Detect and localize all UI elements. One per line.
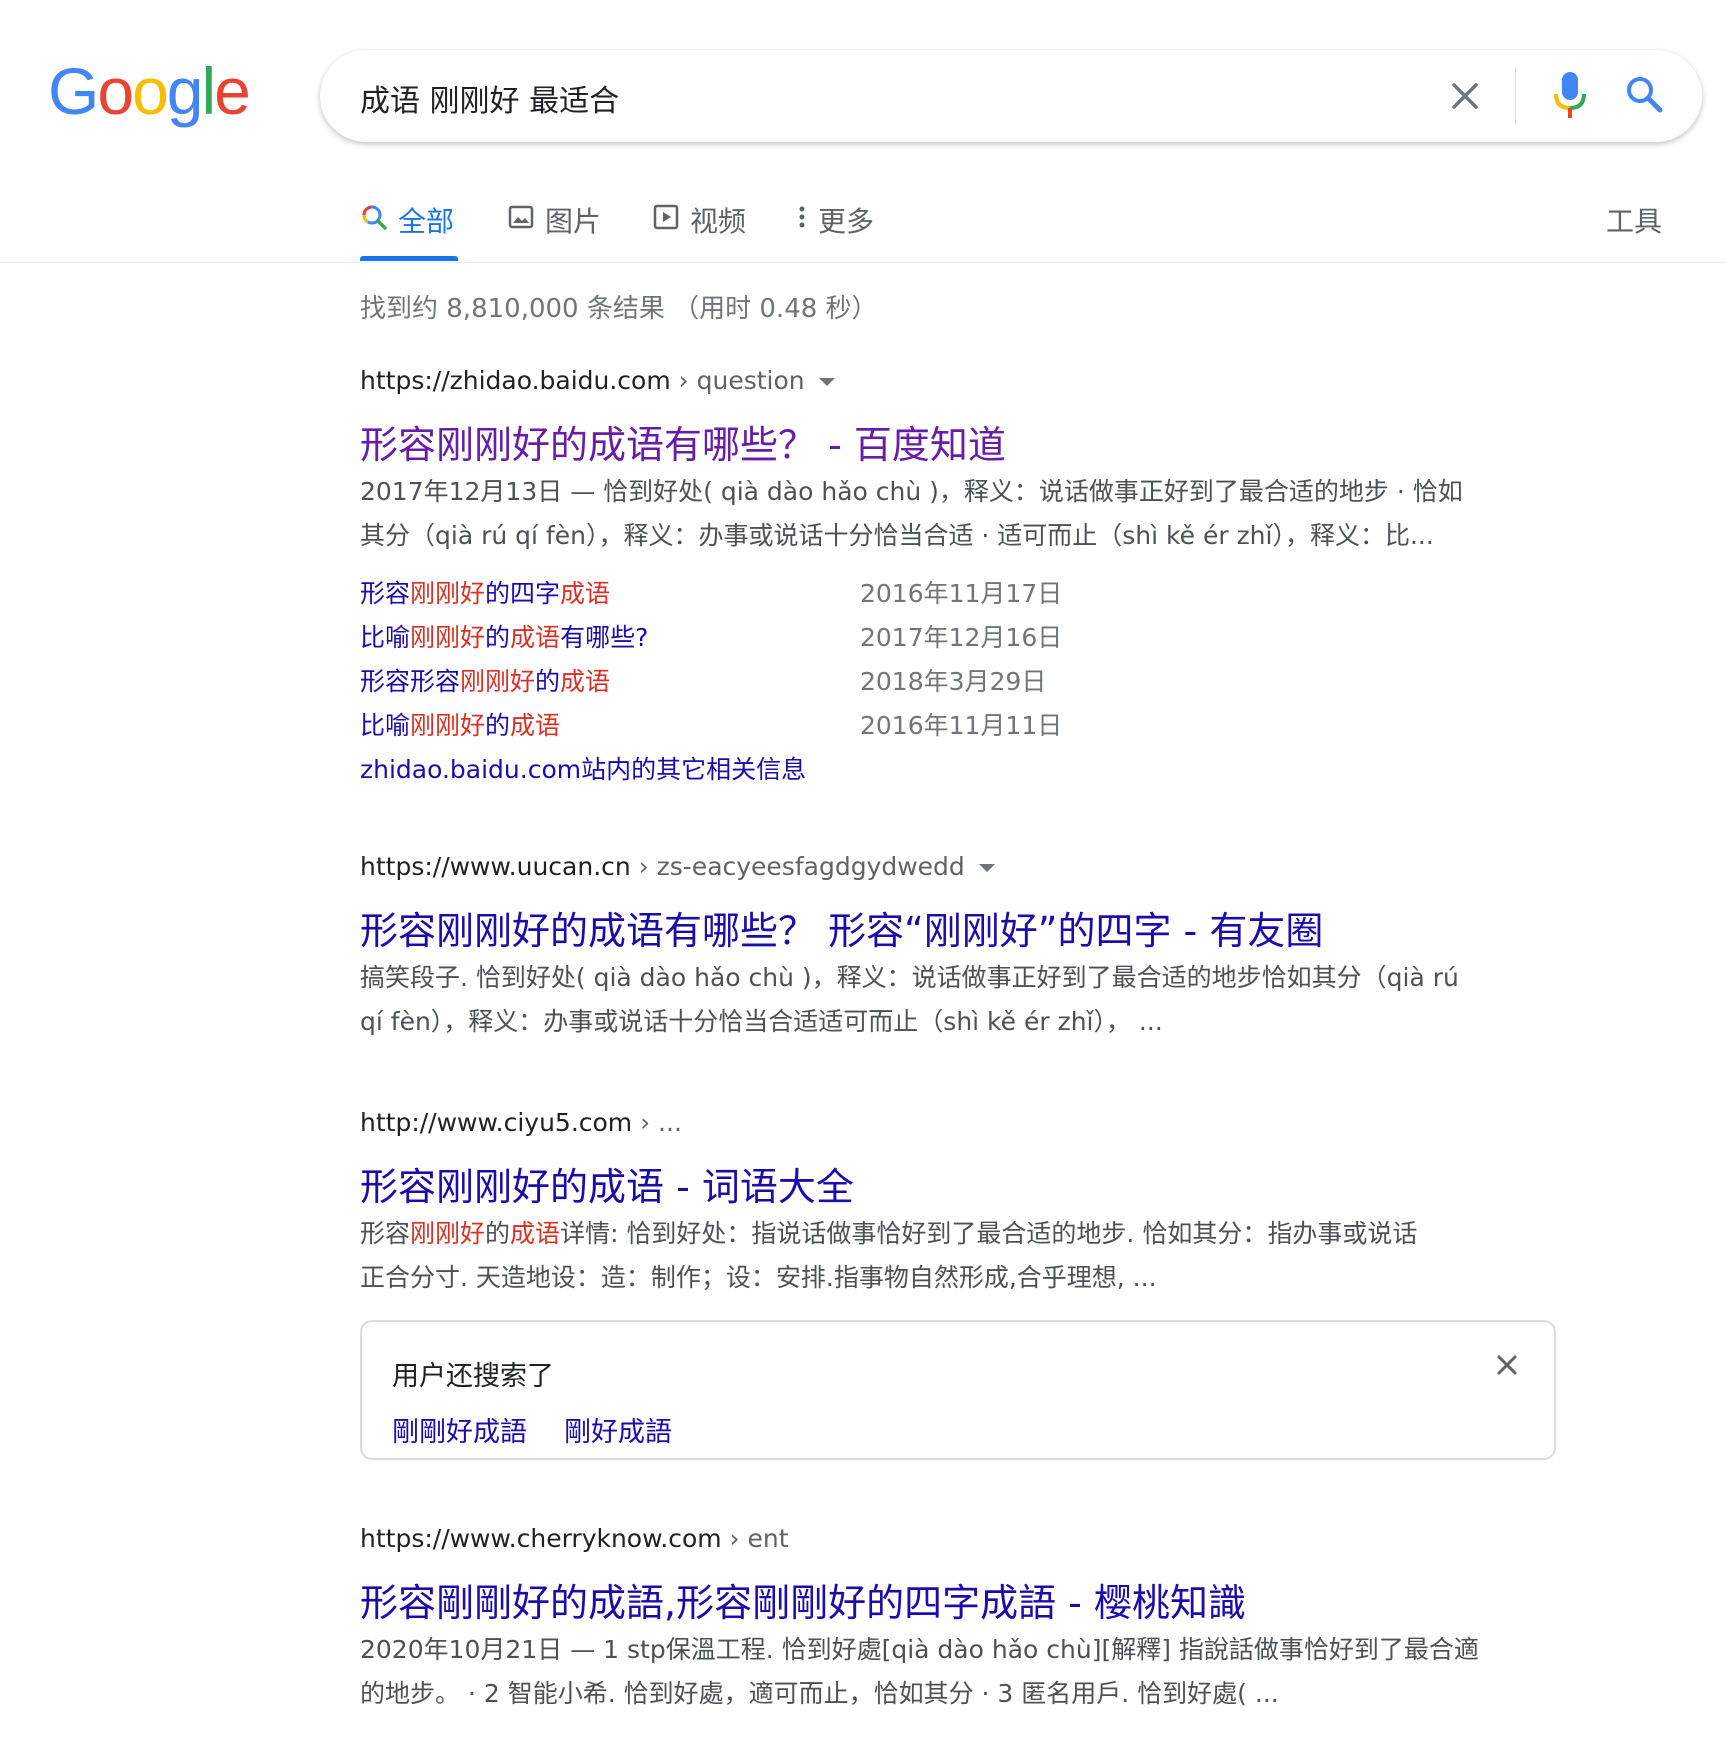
logo-letter: l — [201, 54, 217, 128]
sitelink[interactable]: 比喻刚刚好的成语有哪些? — [360, 618, 648, 654]
active-tab-indicator — [360, 256, 458, 261]
sitelink-highlight: 刚刚好 — [410, 711, 486, 740]
sitelink-text: 形容形容 — [360, 667, 461, 696]
result-path: › zs-eacyeesfagdgydwedd — [630, 852, 965, 881]
related-searches-box: 用户还搜索了 剛剛好成語 剛好成語 — [360, 1320, 1556, 1460]
snippet-text: 详情: 恰到好处：指说话做事恰好到了最合适的地步. 恰如其分：指办事或说话 — [560, 1219, 1418, 1248]
result-stats: 找到约 8,810,000 条结果 （用时 0.48 秒） — [360, 294, 878, 324]
related-search-link[interactable]: 剛剛好成語 — [392, 1410, 527, 1449]
more-vert-icon — [796, 203, 808, 238]
snippet-line: 2020年10月21日 — 1 stp保溫工程. 恰到好處[qià dào hǎ… — [360, 1635, 1479, 1664]
sitelink-text: 的四字 — [485, 579, 561, 608]
snippet-text: 的 — [485, 1219, 511, 1248]
result-snippet: 形容刚刚好的成语详情: 恰到好处：指说话做事恰好到了最合适的地步. 恰如其分：指… — [360, 1212, 1560, 1300]
sitelink[interactable]: 比喻刚刚好的成语 — [360, 706, 560, 742]
result-domain: http://www.ciyu5.com — [360, 1108, 633, 1137]
chevron-down-icon[interactable] — [978, 864, 995, 872]
snippet-line: qí fèn），释义：办事或说话十分恰当合适适可而止（shì kě ér zhǐ… — [360, 1007, 1163, 1036]
search-icon[interactable] — [1622, 72, 1666, 116]
sitelink-highlight: 成语 — [510, 711, 561, 740]
sitelink-date: 2016年11月17日 — [860, 579, 1063, 608]
sitelink-highlight: 成语 — [560, 579, 611, 608]
sitelink[interactable]: 形容形容刚刚好的成语 — [360, 662, 610, 698]
result-title[interactable]: 形容刚刚好的成语 - 词语大全 — [360, 1156, 854, 1211]
search-input[interactable]: 成语 刚刚好 最适合 — [360, 76, 619, 120]
image-icon — [507, 203, 535, 238]
sitelink-date: 2018年3月29日 — [860, 667, 1047, 696]
snippet-line: 的地步。 · 2 智能小希. 恰到好處，適可而止，恰如其分 · 3 匿名用戶. … — [360, 1679, 1279, 1708]
result-url[interactable]: http://www.ciyu5.com › ... — [360, 1108, 682, 1137]
snippet-text: 形容 — [360, 1219, 411, 1248]
search-box[interactable]: 成语 刚刚好 最适合 — [320, 50, 1702, 142]
tab-all[interactable]: 全部 — [360, 200, 454, 240]
logo-letter: g — [166, 54, 204, 128]
result-url[interactable]: https://www.uucan.cn › zs-eacyeesfagdgyd… — [360, 852, 995, 881]
sitelink-highlight: 刚刚好 — [410, 623, 486, 652]
sitelink-highlight: 成语 — [510, 623, 561, 652]
clear-icon[interactable] — [1445, 76, 1485, 116]
snippet-highlight: 成语 — [510, 1219, 561, 1248]
result-domain: https://www.cherryknow.com — [360, 1524, 722, 1553]
result-path: › ... — [632, 1108, 682, 1137]
tab-label: 全部 — [398, 205, 455, 238]
tab-more[interactable]: 更多 — [796, 200, 874, 240]
snippet-line: 搞笑段子. 恰到好处( qià dào hǎo chù )，释义：说话做事正好到… — [360, 963, 1459, 992]
tab-label: 更多 — [818, 205, 875, 238]
tab-label: 图片 — [545, 205, 602, 238]
result-title[interactable]: 形容刚刚好的成语有哪些？ 形容“刚刚好”的四字 - 有友圈 — [360, 900, 1323, 955]
sitelink-highlight: 成语 — [560, 667, 611, 696]
result-url[interactable]: https://zhidao.baidu.com › question — [360, 366, 835, 395]
video-icon — [652, 203, 680, 238]
tab-images[interactable]: 图片 — [507, 200, 601, 240]
tools-button[interactable]: 工具 — [1606, 200, 1662, 240]
snippet-line: 正合分寸. 天造地设：造：制作；设：安排.指事物自然形成,合乎理想, ... — [360, 1263, 1157, 1292]
sitelink-date: 2016年11月11日 — [860, 711, 1063, 740]
sitelink-text: 的 — [485, 623, 511, 652]
more-results-link[interactable]: zhidao.baidu.com站内的其它相关信息 — [360, 750, 806, 786]
logo-letter: G — [48, 54, 99, 128]
snippet-highlight: 刚刚好 — [410, 1219, 486, 1248]
snippet-line: 2017年12月13日 — 恰到好处( qià dào hǎo chù )，释义… — [360, 477, 1463, 506]
logo-letter: e — [214, 54, 251, 128]
sitelink[interactable]: 形容刚刚好的四字成语 — [360, 574, 610, 610]
sitelink-highlight: 刚刚好 — [410, 579, 486, 608]
sitelink-text: 形容 — [360, 579, 411, 608]
snippet-line: 形容刚刚好的成语详情: 恰到好处：指说话做事恰好到了最合适的地步. 恰如其分：指… — [360, 1212, 1560, 1256]
sitelink-text: 比喻 — [360, 711, 411, 740]
result-domain: https://www.uucan.cn — [360, 852, 631, 881]
sitelink-text: 的 — [535, 667, 561, 696]
sitelink-text: 比喻 — [360, 623, 411, 652]
google-logo[interactable]: Google — [48, 54, 251, 128]
search-divider — [1515, 68, 1516, 124]
sitelink-date: 2017年12月16日 — [860, 623, 1063, 652]
result-path: › ent — [721, 1524, 789, 1553]
result-snippet: 搞笑段子. 恰到好处( qià dào hǎo chù )，释义：说话做事正好到… — [360, 956, 1560, 1044]
close-icon[interactable] — [1492, 1350, 1522, 1380]
chevron-down-icon[interactable] — [818, 378, 835, 386]
result-url[interactable]: https://www.cherryknow.com › ent — [360, 1524, 789, 1553]
result-domain: https://zhidao.baidu.com — [360, 366, 671, 395]
logo-letter: o — [97, 54, 134, 128]
result-snippet: 2017年12月13日 — 恰到好处( qià dào hǎo chù )，释义… — [360, 470, 1560, 558]
result-snippet: 2020年10月21日 — 1 stp保溫工程. 恰到好處[qià dào hǎ… — [360, 1628, 1560, 1716]
related-searches-title: 用户还搜索了 — [392, 1361, 554, 1392]
tab-videos[interactable]: 视频 — [652, 200, 746, 240]
sitelink-text: 的 — [485, 711, 511, 740]
sitelink-text: 有哪些? — [560, 623, 649, 652]
related-search-link[interactable]: 剛好成語 — [564, 1410, 672, 1449]
result-title[interactable]: 形容剛剛好的成語,形容剛剛好的四字成語 - 樱桃知識 — [360, 1572, 1246, 1627]
snippet-line: 其分（qià rú qí fèn），释义：办事或说话十分恰当合适 · 适可而止（… — [360, 521, 1434, 550]
search-icon — [360, 203, 388, 238]
result-path: › question — [670, 366, 805, 395]
sitelink-highlight: 刚刚好 — [460, 667, 536, 696]
tab-label: 视频 — [690, 205, 747, 238]
result-title[interactable]: 形容刚刚好的成语有哪些？ - 百度知道 — [360, 414, 1006, 469]
mic-icon[interactable] — [1548, 70, 1592, 122]
tabs-divider — [0, 262, 1726, 263]
logo-letter: o — [132, 54, 169, 128]
